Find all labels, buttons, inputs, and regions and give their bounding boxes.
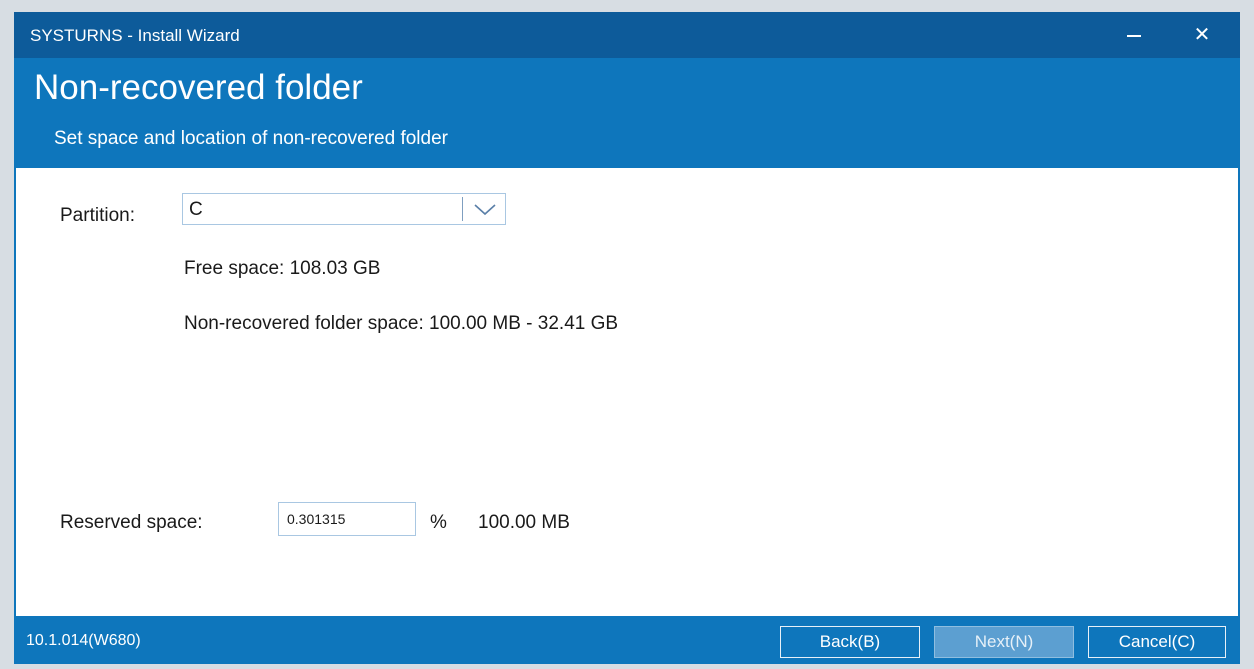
next-button[interactable]: Next(N) [934, 626, 1074, 658]
partition-label: Partition: [60, 205, 135, 226]
page-header: Non-recovered folder Set space and locat… [14, 58, 1240, 168]
title-bar[interactable]: SYSTURNS - Install Wizard ✕ [14, 12, 1240, 58]
chevron-down-icon[interactable] [471, 199, 499, 219]
close-button[interactable]: ✕ [1182, 20, 1222, 50]
cancel-button[interactable]: Cancel(C) [1088, 626, 1226, 658]
window-title: SYSTURNS - Install Wizard [30, 26, 240, 45]
content-panel: Partition: C Free space: 108.03 GB Non-r… [16, 168, 1238, 616]
free-space-text: Free space: 108.03 GB [184, 258, 381, 279]
page-subtitle: Set space and location of non-recovered … [54, 128, 448, 149]
close-icon: ✕ [1193, 24, 1211, 46]
reserved-space-label: Reserved space: [60, 512, 203, 533]
minimize-icon [1127, 34, 1141, 37]
reserved-space-input[interactable] [278, 502, 416, 536]
version-text: 10.1.014(W680) [26, 632, 141, 649]
page-title: Non-recovered folder [34, 68, 363, 107]
back-button[interactable]: Back(B) [780, 626, 920, 658]
folder-space-range-text: Non-recovered folder space: 100.00 MB - … [184, 313, 619, 334]
percent-unit-label: % [430, 512, 447, 533]
dropdown-divider [462, 197, 463, 221]
partition-dropdown[interactable]: C [182, 193, 506, 225]
reserved-space-mb: 100.00 MB [478, 512, 570, 533]
partition-value: C [189, 199, 203, 220]
install-wizard-window: SYSTURNS - Install Wizard ✕ Non-recovere… [14, 12, 1240, 664]
footer-bar: 10.1.014(W680) Back(B) Next(N) Cancel(C) [14, 616, 1240, 664]
minimize-button[interactable] [1114, 20, 1154, 50]
